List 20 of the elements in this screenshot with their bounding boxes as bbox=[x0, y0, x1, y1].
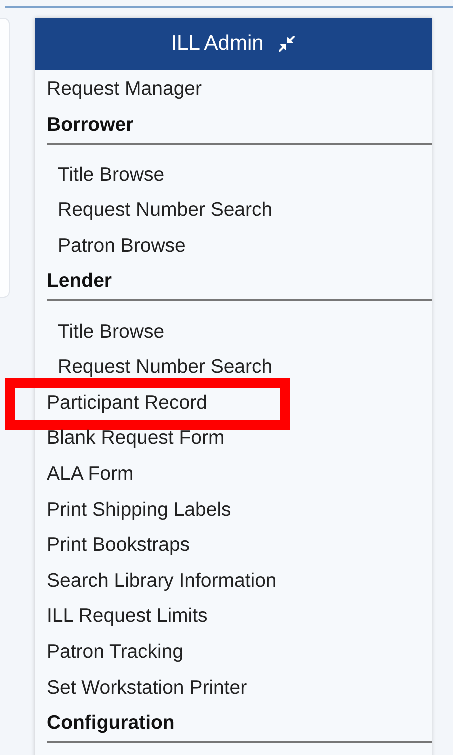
menu-link[interactable]: Print Shipping Labels bbox=[47, 498, 232, 522]
collapse-icon[interactable] bbox=[278, 35, 296, 53]
menu-link[interactable]: Patron Browse bbox=[58, 235, 186, 258]
section-heading: Borrower bbox=[47, 112, 135, 138]
menu-link[interactable]: Request Number Search bbox=[58, 199, 273, 222]
menu-link[interactable]: Title Browse bbox=[58, 164, 165, 187]
menu-link[interactable]: Request Manager bbox=[47, 78, 202, 102]
panel-title: ILL Admin bbox=[171, 32, 264, 56]
menu-link[interactable]: Print Bookstraps bbox=[47, 534, 190, 558]
menu-link[interactable]: Search Library Information bbox=[47, 570, 277, 593]
menu-link[interactable]: ALA Form bbox=[47, 463, 134, 486]
menu-link[interactable]: Blank Request Form bbox=[47, 427, 225, 450]
section-heading: Lender bbox=[47, 269, 114, 294]
section-heading: Configuration bbox=[47, 710, 176, 736]
menu-link[interactable]: Request Number Search bbox=[58, 356, 273, 380]
menu-link[interactable]: Patron Tracking bbox=[47, 641, 184, 664]
menu-link[interactable]: Title Browse bbox=[58, 320, 165, 344]
menu-link[interactable]: Set Workstation Printer bbox=[47, 676, 248, 700]
menu-link[interactable]: ILL Request Limits bbox=[47, 605, 208, 628]
menu-link[interactable]: Participant Record bbox=[47, 392, 208, 415]
